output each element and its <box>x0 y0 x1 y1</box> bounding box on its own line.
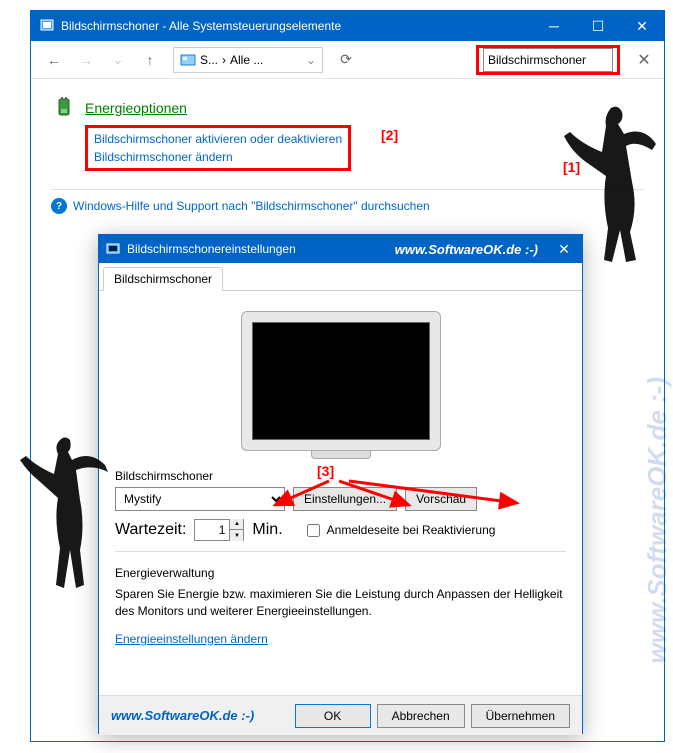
wait-unit: Min. <box>252 521 282 539</box>
control-panel-path-icon <box>180 52 196 68</box>
help-search-link[interactable]: Windows-Hilfe und Support nach "Bildschi… <box>73 199 430 213</box>
footer-watermark: www.SoftwareOK.de :-) <box>111 708 289 723</box>
titlebar-watermark: www.SoftwareOK.de :-) <box>395 242 538 257</box>
resume-login-checkbox[interactable] <box>307 524 320 537</box>
wait-value-input[interactable] <box>195 520 229 540</box>
breadcrumb-part1[interactable]: S... <box>200 53 218 67</box>
history-dropdown[interactable]: ⌄ <box>103 46 133 74</box>
screensaver-links-box: Bildschirmschoner aktivieren oder deakti… <box>85 125 351 171</box>
breadcrumb-dropdown-icon[interactable]: ⌄ <box>306 53 316 67</box>
wait-label: Wartezeit: <box>115 521 186 539</box>
main-titlebar[interactable]: Bildschirmschoner - Alle Systemsteuerung… <box>31 11 664 41</box>
back-button[interactable]: ← <box>39 46 69 74</box>
toolbar: ← → ⌄ ↑ S... › Alle ... ⌄ ⟳ ✕ <box>31 41 664 79</box>
forward-button[interactable]: → <box>71 46 101 74</box>
tab-strip: Bildschirmschoner <box>99 263 582 291</box>
maximize-button[interactable]: ☐ <box>576 11 620 41</box>
breadcrumb[interactable]: S... › Alle ... ⌄ <box>173 47 323 73</box>
up-button[interactable]: ↑ <box>135 46 165 74</box>
activate-screensaver-link[interactable]: Bildschirmschoner aktivieren oder deakti… <box>94 130 342 148</box>
ok-button[interactable]: OK <box>295 704 371 728</box>
screensaver-settings-dialog: Bildschirmschonereinstellungen www.Softw… <box>98 234 583 734</box>
annotation-marker-3: [3] <box>317 463 334 479</box>
minimize-button[interactable]: ─ <box>532 11 576 41</box>
monitor-preview <box>241 311 441 461</box>
dialog-titlebar[interactable]: Bildschirmschonereinstellungen www.Softw… <box>99 235 582 263</box>
energy-management-label: Energieverwaltung <box>115 566 566 580</box>
settings-button[interactable]: Einstellungen... <box>293 487 397 511</box>
annotation-marker-2: [2] <box>381 127 398 143</box>
help-icon: ? <box>51 198 67 214</box>
clear-search-button[interactable]: ✕ <box>632 50 656 70</box>
preview-button[interactable]: Vorschau <box>405 487 477 511</box>
resume-login-label: Anmeldeseite bei Reaktivierung <box>327 523 496 537</box>
dialog-icon <box>105 241 121 257</box>
screensaver-group-label: Bildschirmschoner <box>115 469 566 483</box>
apply-button[interactable]: Übernehmen <box>471 704 570 728</box>
search-input[interactable] <box>483 48 613 72</box>
change-screensaver-link[interactable]: Bildschirmschoner ändern <box>94 148 342 166</box>
breadcrumb-sep: › <box>222 53 226 67</box>
annotation-marker-1: [1] <box>563 159 580 175</box>
control-panel-icon <box>39 18 55 34</box>
refresh-button[interactable]: ⟳ <box>331 46 361 74</box>
dialog-title: Bildschirmschonereinstellungen <box>127 242 395 256</box>
close-button[interactable]: ✕ <box>620 11 664 41</box>
energy-settings-link[interactable]: Energieeinstellungen ändern <box>115 632 268 646</box>
dialog-footer: www.SoftwareOK.de :-) OK Abbrechen Übern… <box>99 695 582 735</box>
dialog-close-button[interactable]: ✕ <box>546 235 582 263</box>
main-window-title: Bildschirmschoner - Alle Systemsteuerung… <box>61 19 532 33</box>
spin-down[interactable]: ▼ <box>229 530 243 541</box>
energy-description: Sparen Sie Energie bzw. maximieren Sie d… <box>115 586 566 620</box>
screensaver-dropdown[interactable]: Mystify <box>115 487 285 511</box>
spin-up[interactable]: ▲ <box>229 519 243 530</box>
tab-screensaver[interactable]: Bildschirmschoner <box>103 267 223 291</box>
energy-options-icon <box>51 95 77 121</box>
cancel-button[interactable]: Abbrechen <box>377 704 465 728</box>
search-box[interactable] <box>476 45 620 75</box>
wait-spinner[interactable]: ▲ ▼ <box>194 519 244 541</box>
energy-options-heading[interactable]: Energieoptionen <box>85 100 187 116</box>
breadcrumb-part2[interactable]: Alle ... <box>230 53 263 67</box>
